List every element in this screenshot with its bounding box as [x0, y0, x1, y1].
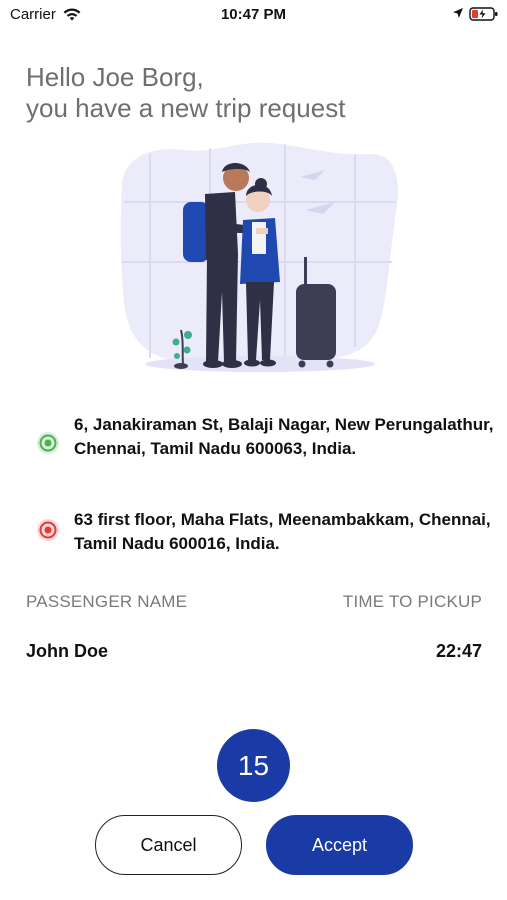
passenger-name-value: John Doe	[26, 641, 109, 661]
clock: 10:47 PM	[220, 6, 287, 23]
countdown-timer: 15	[217, 729, 290, 802]
dropoff-location-icon	[37, 519, 59, 541]
travelers-illustration	[120, 142, 398, 372]
greeting-line-2: you have a new trip request	[26, 93, 346, 123]
time-to-pickup-label: TIME TO PICKUP	[342, 592, 482, 611]
location-arrow-icon	[453, 8, 463, 18]
passenger-name-label: PASSENGER NAME	[26, 592, 188, 611]
trip-details-header: PASSENGER NAME TIME TO PICKUP	[26, 592, 482, 616]
dropoff-address: 63 first floor, Maha Flats, Meenambakkam…	[36, 508, 491, 558]
pickup-address: 6, Janakiraman St, Balaji Nagar, New Per…	[36, 413, 494, 488]
time-to-pickup-value: 22:47	[435, 641, 482, 661]
dropoff-address-text: 63 first floor, Maha Flats, Meenambakkam…	[74, 510, 491, 553]
battery-charging-icon	[469, 7, 498, 21]
cancel-button[interactable]: Cancel	[95, 815, 242, 875]
status-bar: Carrier 10:47 PM	[0, 0, 507, 30]
pickup-location-icon	[37, 432, 59, 454]
trip-details-values: John Doe 22:47	[26, 641, 482, 665]
greeting-heading: Hello Joe Borg, you have a new trip requ…	[26, 62, 486, 124]
greeting-line-1: Hello Joe Borg,	[26, 62, 204, 92]
pickup-address-text: 6, Janakiraman St, Balaji Nagar, New Per…	[74, 415, 494, 458]
accept-button[interactable]: Accept	[266, 815, 413, 875]
